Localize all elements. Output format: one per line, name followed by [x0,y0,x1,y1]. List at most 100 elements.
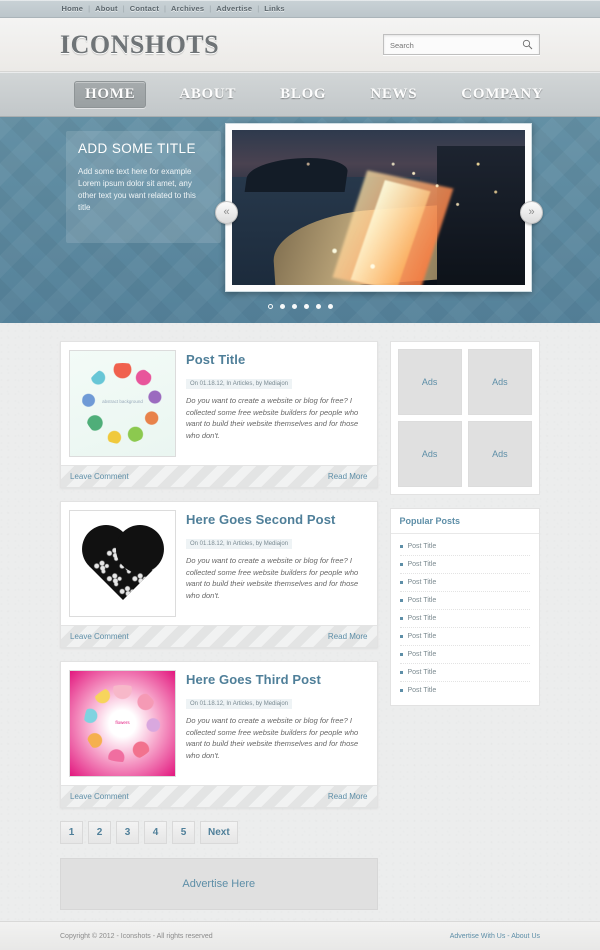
bullet-icon [399,599,403,602]
content-area: abstract background Post Title On 01.18.… [60,323,540,910]
bullet-icon [399,617,403,620]
topbar-link-links[interactable]: Links [264,4,285,13]
pagination-page-1[interactable]: 1 [60,821,83,844]
post-excerpt: Do you want to create a website or blog … [186,556,359,600]
post-card: abstract background Post Title On 01.18.… [60,341,378,488]
topbar-separator: | [164,4,166,13]
footer-link-separator: - [507,932,510,940]
slider-dot-5[interactable] [315,304,321,309]
nav-item-home[interactable]: HOME [74,80,147,108]
list-item[interactable]: Post Title [399,682,531,699]
topbar-link-about[interactable]: About [95,4,118,13]
popular-posts-widget: Popular Posts Post Title Post Title Post… [389,508,540,706]
pagination-page-4[interactable]: 4 [144,821,167,844]
slider-photo-frame [225,123,532,292]
post-thumbnail-label: flowers [115,720,130,726]
popular-post-label: Post Title [407,651,437,658]
post-card: Here Goes Second Post On 01.18.12, In Ar… [60,501,378,648]
slider-dot-3[interactable] [291,304,297,309]
footer-link-advertise-with-us[interactable]: Advertise With Us [450,933,506,940]
slider-caption-text: Add some text here for example Lorem ips… [78,167,196,212]
popular-post-label: Post Title [407,615,437,622]
photo-city-lights [232,130,525,285]
post-thumbnail[interactable] [69,510,176,617]
site-footer: Copyright © 2012 - Iconshots - All right… [0,921,600,950]
post-thumbnail[interactable]: flowers [69,670,176,777]
nav-item-blog[interactable]: BLOG [269,81,337,108]
slider-dot-6[interactable] [327,304,333,309]
slider-caption-title: ADD SOME TITLE [78,141,196,156]
ad-slot-4[interactable]: Ads [467,421,532,487]
post-thumbnail[interactable]: abstract background [69,350,176,457]
slider-photo [232,130,525,285]
list-item[interactable]: Post Title [399,646,530,664]
post-title[interactable]: Here Goes Second Post [186,512,369,527]
ad-slot-3[interactable]: Ads [397,421,462,487]
post-card: flowers Here Goes Third Post On 01.18.12… [60,661,378,808]
bullet-icon [399,689,403,692]
topbar-link-archives[interactable]: Archives [171,4,204,13]
post-meta: On 01.18.12, In Articles, by Mediajon [186,699,293,709]
nav-item-company[interactable]: COMPANY [450,81,554,108]
post-card-footer: Leave Comment Read More [61,785,377,807]
ornate-heart-icon [88,531,157,600]
bullet-icon [399,563,403,566]
post-meta: On 01.18.12, In Articles, by Mediajon [186,539,293,549]
ad-slot-2[interactable]: Ads [467,349,532,415]
list-item[interactable]: Post Title [399,592,530,610]
posts-column: abstract background Post Title On 01.18.… [60,341,378,910]
slider-dots [60,304,540,309]
topbar-link-advertise[interactable]: Advertise [216,4,252,13]
nav-item-news[interactable]: NEWS [359,81,428,108]
leave-comment-link[interactable]: Leave Comment [70,472,129,481]
popular-post-label: Post Title [407,687,437,694]
popular-post-label: Post Title [407,669,437,676]
pagination-page-2[interactable]: 2 [88,821,111,844]
bullet-icon [399,581,403,584]
search-input[interactable] [384,37,521,54]
search-icon[interactable] [522,39,533,50]
list-item[interactable]: Post Title [399,664,530,682]
topbar-link-contact[interactable]: Contact [130,4,159,13]
site-logo[interactable]: ICONSHOTS [60,30,219,60]
read-more-link[interactable]: Read More [328,632,368,641]
heart-texture [88,531,157,600]
slider-next-button[interactable]: » [520,201,543,224]
read-more-link[interactable]: Read More [328,792,368,801]
list-item[interactable]: Post Title [399,628,530,646]
pagination-next-button[interactable]: Next [200,821,238,844]
site-header: ICONSHOTS [0,18,600,72]
topbar-separator: | [257,4,260,13]
pagination-page-3[interactable]: 3 [116,821,139,844]
post-title[interactable]: Here Goes Third Post [186,672,369,687]
pagination-page-5[interactable]: 5 [172,821,195,844]
sidebar: Ads Ads Ads Ads Popular Posts Post Title… [389,341,540,910]
search-box[interactable] [383,34,540,55]
advertise-here-banner[interactable]: Advertise Here [60,858,378,910]
slider-dot-2[interactable] [279,304,285,309]
popular-post-label: Post Title [407,543,437,550]
post-title[interactable]: Post Title [186,352,369,367]
topbar-separator: | [209,4,212,13]
list-item[interactable]: Post Title [399,538,530,556]
leave-comment-link[interactable]: Leave Comment [70,792,129,801]
list-item[interactable]: Post Title [399,610,530,628]
bullet-icon [399,545,403,548]
read-more-link[interactable]: Read More [328,472,368,481]
ads-widget: Ads Ads Ads Ads [389,341,540,495]
page-root: Home | About | Contact | Archives | Adve… [0,0,600,950]
topbar-link-home[interactable]: Home [62,4,84,13]
slider-dot-1[interactable] [267,304,273,309]
post-card-footer: Leave Comment Read More [61,625,377,647]
footer-link-about-us[interactable]: About Us [511,933,540,940]
slider-prev-button[interactable]: « [215,201,238,224]
post-meta: On 01.18.12, In Articles, by Mediajon [186,379,293,389]
hero-slider: ADD SOME TITLE Add some text here for ex… [0,117,600,323]
ad-slot-1[interactable]: Ads [397,349,462,415]
topbar-links: Home | About | Contact | Archives | Adve… [59,4,542,13]
slider-dot-4[interactable] [303,304,309,309]
nav-item-about[interactable]: ABOUT [168,81,247,108]
list-item[interactable]: Post Title [399,556,530,574]
list-item[interactable]: Post Title [399,574,530,592]
leave-comment-link[interactable]: Leave Comment [70,632,129,641]
